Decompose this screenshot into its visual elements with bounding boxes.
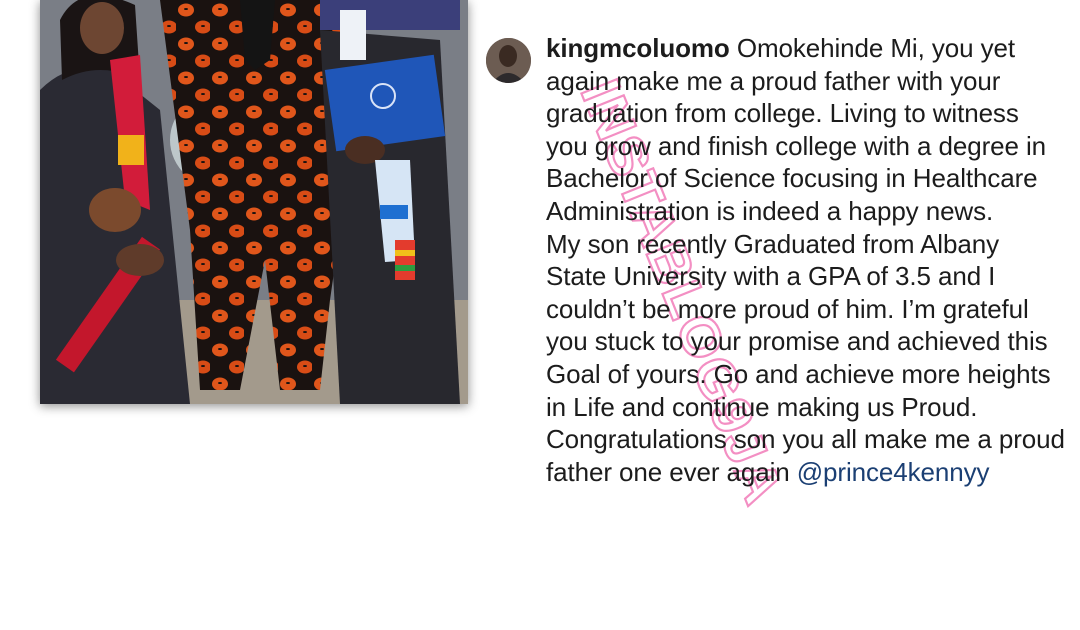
caption-body: My son recently Graduated from Albany St…: [546, 228, 1065, 487]
avatar[interactable]: [486, 38, 531, 83]
caption-paragraph-1: kingmcoluomo Omokehinde Mi, you yet agai…: [546, 32, 1066, 228]
username[interactable]: kingmcoluomo: [546, 33, 730, 63]
post-caption: kingmcoluomo Omokehinde Mi, you yet agai…: [546, 32, 1066, 488]
caption-paragraph-2: My son recently Graduated from Albany St…: [546, 228, 1066, 489]
graduation-photo: [40, 0, 468, 404]
post: kingmcoluomo Omokehinde Mi, you yet agai…: [486, 32, 1066, 630]
mention-link[interactable]: @prince4kennyy: [797, 457, 990, 487]
